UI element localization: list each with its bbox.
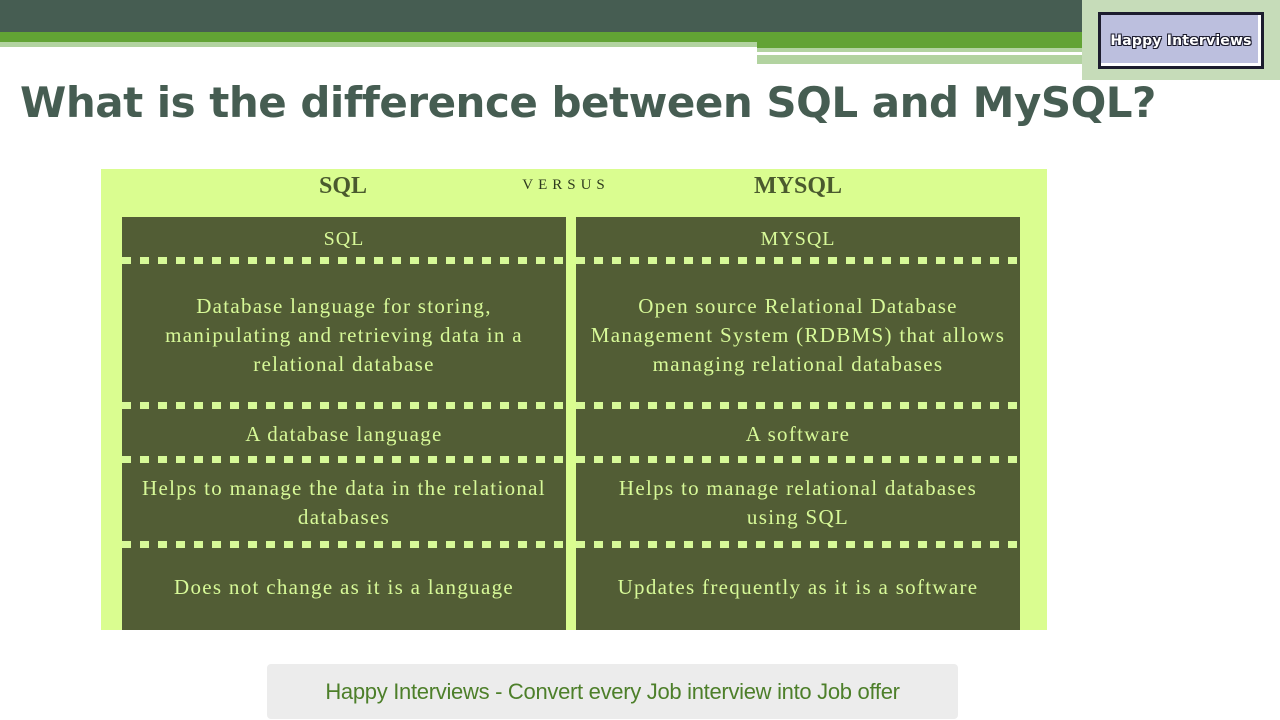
dotted-divider [122, 402, 566, 409]
slide-title: What is the difference between SQL and M… [20, 78, 1156, 127]
logo-panel: Happy Interviews [1082, 0, 1280, 80]
dotted-divider [122, 456, 566, 463]
footer-banner: Happy Interviews - Convert every Job int… [267, 664, 958, 719]
comparison-cell: Database language for storing, manipulat… [165, 293, 523, 376]
sql-column: SQL Database language for storing, manip… [122, 217, 566, 630]
comparison-cell: A database language [245, 421, 443, 446]
header-band-light-left [0, 42, 757, 47]
right-title: MYSQL [753, 173, 842, 199]
dotted-divider [122, 541, 566, 548]
logo-text: Happy Interviews [1110, 32, 1252, 49]
dotted-divider [576, 541, 1020, 548]
comparison-cell: Does not change as it is a language [174, 575, 514, 599]
dotted-divider [576, 257, 1020, 264]
comparison-cell: Helps to manage relational databases usi… [618, 476, 978, 529]
comparison-cell: Helps to manage the data in the relation… [142, 476, 546, 529]
dotted-divider [576, 402, 1020, 409]
comparison-cell: Open source Relational Database Manageme… [590, 293, 1006, 376]
header-band-green [0, 32, 1082, 42]
comparison-header: SQL VERSUS MYSQL [101, 169, 1047, 217]
dotted-divider [122, 257, 566, 264]
mysql-column: MYSQL Open source Relational Database Ma… [576, 217, 1020, 630]
logo: Happy Interviews [1098, 12, 1264, 69]
comparison-cell: Updates frequently as it is a software [617, 575, 979, 599]
comparison-cell: A software [745, 421, 851, 446]
footer-text: Happy Interviews - Convert every Job int… [325, 678, 900, 704]
column-header: SQL [323, 227, 365, 250]
column-header: MYSQL [760, 227, 836, 250]
header-band-light-right-lower [757, 55, 1082, 64]
comparison-infographic: SQL VERSUS MYSQL SQL Database language f… [101, 169, 1047, 630]
header-band-dark [0, 0, 1082, 32]
dotted-divider [576, 456, 1020, 463]
header-band-light-right [757, 48, 1082, 52]
